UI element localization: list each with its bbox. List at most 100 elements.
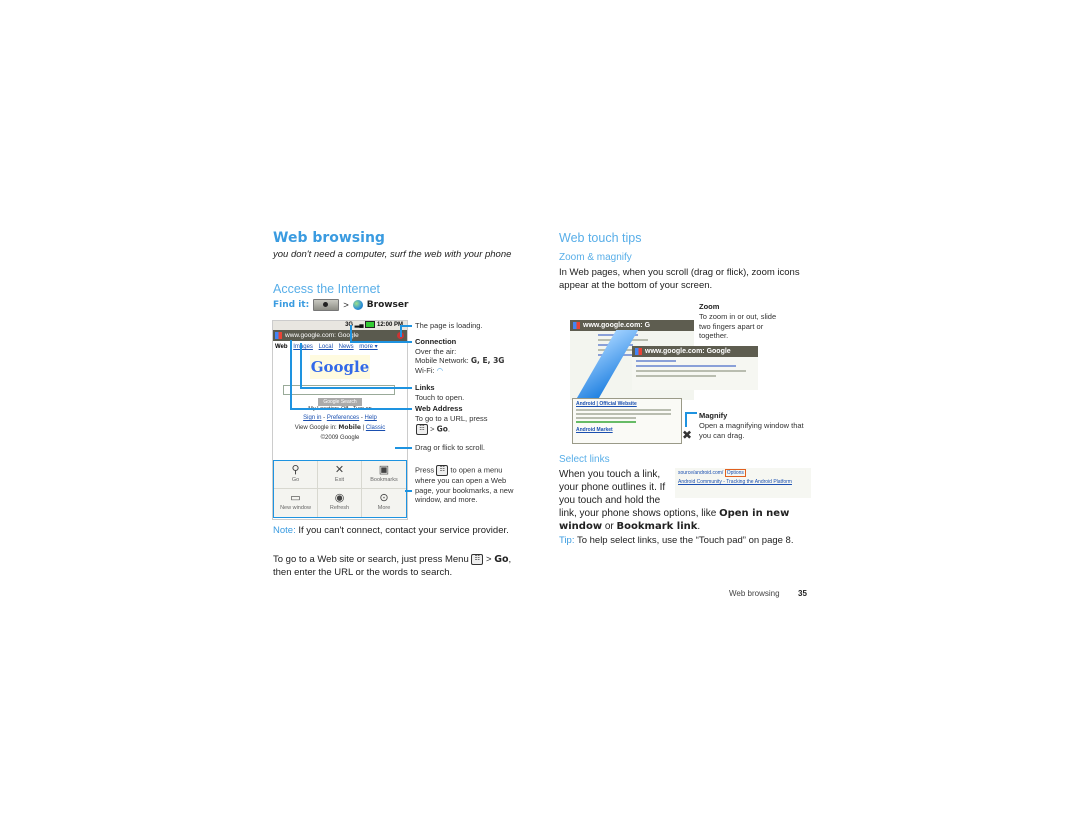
callout-connection-l2: Mobile Network: G, E, 3G <box>415 356 504 366</box>
magnify-title: Magnify <box>699 411 728 420</box>
url-bar[interactable]: www.google.com: Google <box>273 330 407 341</box>
preferences-link[interactable]: Preferences <box>327 415 359 421</box>
callout-address-l1: To go to a URL, press <box>415 414 488 423</box>
label: Mobile Network: <box>415 356 469 365</box>
menu-item-new-window[interactable]: ▭ New window <box>274 489 318 517</box>
magnify-window[interactable]: Android | Official Website Android Marke… <box>572 398 682 444</box>
select-paragraph: source/android.com/ Options Android Comm… <box>559 468 811 533</box>
menu-label: Bookmarks <box>370 477 398 483</box>
search-icon: ⚲ <box>291 464 300 476</box>
sign-in-link[interactable]: Sign in <box>303 415 321 421</box>
view-classic-link[interactable]: Classic <box>366 425 385 431</box>
tip: Tip: To help select links, use the “Touc… <box>559 535 809 548</box>
google-tab-local[interactable]: Local <box>319 344 333 350</box>
menu-item-more[interactable]: ⊙ More <box>362 489 406 517</box>
google-logo: Google <box>310 355 370 379</box>
google-tab-web[interactable]: Web <box>275 344 288 350</box>
menu-label: Go <box>291 477 300 483</box>
callout-line-address <box>290 408 412 410</box>
favicon-icon <box>275 332 282 339</box>
find-it-separator: > <box>343 299 349 311</box>
magnify-text: Open a magnifying window that you can dr… <box>699 421 804 440</box>
shot-url: source/android.com/ <box>678 470 724 476</box>
bookmarks-icon: ▣ <box>378 464 390 476</box>
callout-connection-title: Connection <box>415 337 457 346</box>
view-mobile: Mobile <box>338 424 361 431</box>
magnify-footer-link[interactable]: Android Market <box>573 425 681 433</box>
tip-text: To help select links, use the “Touch pad… <box>576 535 794 546</box>
favicon-icon <box>635 348 642 355</box>
shot-line1: source/android.com/ Options <box>678 469 808 477</box>
view-line: View Google in: Mobile | Classic <box>294 424 386 431</box>
section-access-internet: Access the Internet <box>273 282 381 296</box>
menu-item-exit[interactable]: ✕ Exit <box>318 461 362 489</box>
signal-icon: ▂▄ <box>354 322 364 329</box>
text-line <box>636 370 746 372</box>
text-line <box>576 421 636 423</box>
para-prefix: To go to a Web site or search, just pres… <box>273 554 469 566</box>
menu-label: More <box>377 505 391 511</box>
zoom-title: Zoom <box>699 302 720 311</box>
callout-links-text: Touch to open. <box>415 393 465 402</box>
callout-line-menu <box>405 490 412 492</box>
callout-line-links-v <box>300 343 302 388</box>
text-line <box>576 417 636 419</box>
zoom-url-bar-front: www.google.com: Google <box>632 346 758 357</box>
refresh-icon: ◉ <box>334 492 345 504</box>
subsection-select-links: Select links <box>559 454 610 465</box>
text-line <box>636 365 736 367</box>
status-bar: 3G ▂▄ 12:00 PM <box>273 321 407 330</box>
url-text: www.google.com: Google <box>645 348 731 355</box>
magnify-result-link[interactable]: Android | Official Website <box>573 399 681 407</box>
browser-globe-icon <box>352 300 363 310</box>
menu-item-bookmarks[interactable]: ▣ Bookmarks <box>362 461 406 489</box>
callout-address-title: Web Address <box>415 404 463 413</box>
footer-section: Web browsing <box>729 589 780 598</box>
page-number: 35 <box>798 589 807 598</box>
para-go: Go <box>494 554 509 566</box>
more-icon: ⊙ <box>379 492 389 504</box>
copyright: ©2009 Google <box>320 435 360 441</box>
select-links-screenshot: source/android.com/ Options Android Comm… <box>675 468 811 498</box>
menu-label: Exit <box>334 477 345 483</box>
zoom-screenshot-front: www.google.com: Google <box>632 346 758 390</box>
go-label: Go <box>436 424 448 434</box>
close-icon: ✕ <box>334 464 345 476</box>
callout-line-links <box>300 387 412 389</box>
url-text: www.google.com: G <box>583 322 651 329</box>
callout-scroll: Drag or flick to scroll. <box>415 443 486 452</box>
outlined-link[interactable]: Options <box>724 469 746 477</box>
view-prefix: View Google in: <box>294 425 337 431</box>
account-links: Sign in - Preferences - Help <box>303 415 377 421</box>
browser-menu: ⚲ Go ✕ Exit ▣ Bookmarks ▭ New window ◉ Refres… <box>273 460 407 518</box>
callout-line-loading <box>400 325 412 327</box>
select-option-bookmark: Bookmark link <box>616 521 698 532</box>
callout-connection-l3: Wi-Fi: ◠ <box>415 366 443 376</box>
google-tab-images[interactable]: Images <box>293 344 313 350</box>
menu-item-go[interactable]: ⚲ Go <box>274 461 318 489</box>
google-tab-more[interactable]: more ▾ <box>359 344 377 350</box>
callout-line-loading-v <box>400 325 402 337</box>
callout-links-title: Links <box>415 383 435 392</box>
menu-key-icon: ☷ <box>471 554 484 565</box>
note: Note: If you can't connect, contact your… <box>273 525 518 538</box>
google-tabs: Web Images Local News more ▾ <box>273 341 407 352</box>
help-link[interactable]: Help <box>365 415 377 421</box>
shot-link[interactable]: Android Community - Tracking the Android… <box>678 479 808 486</box>
page-title: Web browsing <box>273 230 385 246</box>
logo-text: Google <box>310 358 370 376</box>
menu-key-icon: ☷ <box>416 424 428 435</box>
callout-menu: Press ☷ to open a menu where you can ope… <box>415 465 515 505</box>
url-text: www.google.com: Google <box>285 332 359 339</box>
menu-item-refresh[interactable]: ◉ Refresh <box>318 489 362 517</box>
text-line <box>636 375 716 377</box>
google-search-button[interactable]: Google Search <box>318 398 362 406</box>
magnify-icon[interactable]: ✖ <box>682 428 692 442</box>
google-tab-news[interactable]: News <box>339 344 354 350</box>
menu-key-icon: ☷ <box>436 465 449 476</box>
tip-label: Tip: <box>559 535 575 546</box>
callout-loading: The page is loading. <box>415 321 483 330</box>
window-icon: ▭ <box>290 492 301 504</box>
text-line <box>576 409 671 411</box>
zoom-text: To zoom in or out, slide two fingers apa… <box>699 312 777 340</box>
